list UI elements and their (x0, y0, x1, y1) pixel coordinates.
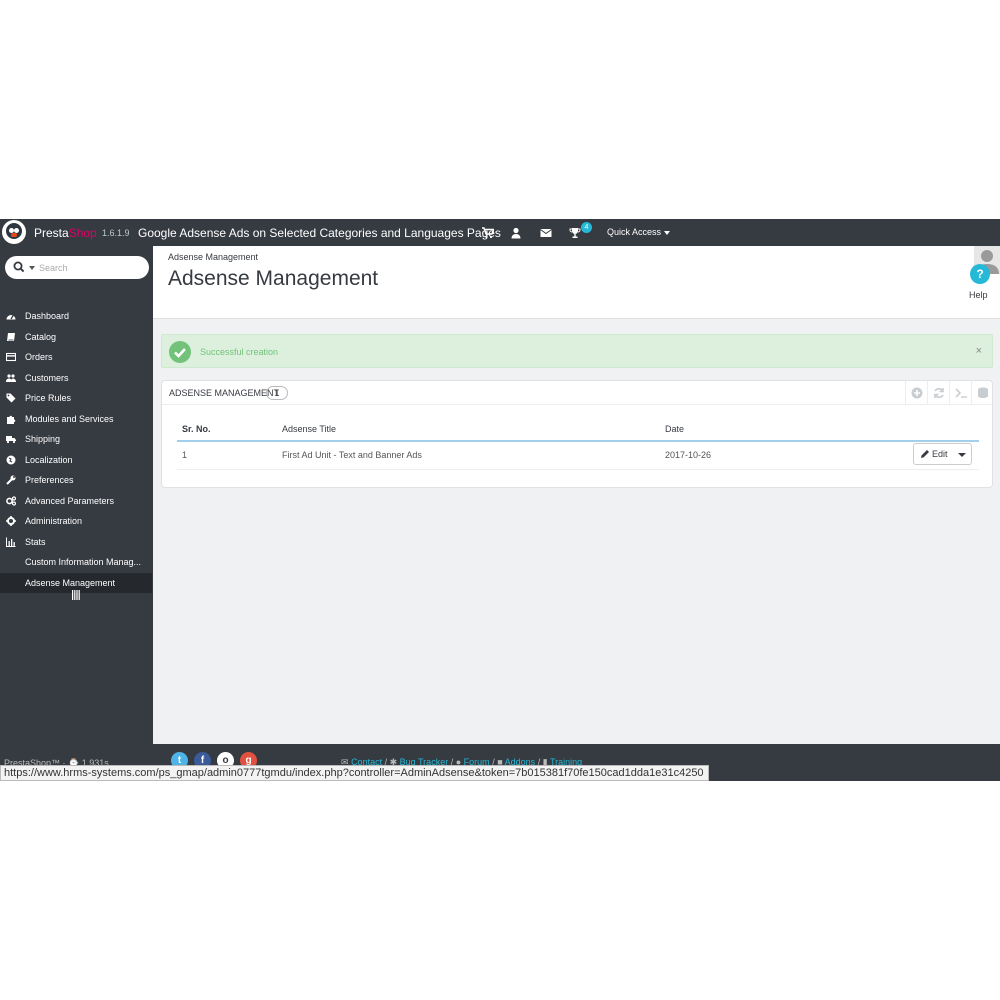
sidebar-item-advanced-parameters[interactable]: Advanced Parameters (0, 491, 153, 511)
sidebar-item-localization[interactable]: Localization (0, 450, 153, 470)
check-circle-icon (169, 341, 191, 363)
prestashop-logo-icon[interactable] (2, 220, 26, 244)
brand-presta: Presta (34, 226, 69, 240)
record-count-badge: 1 (266, 386, 288, 400)
sidebar-item-label: Stats (25, 537, 46, 547)
plus-circle-icon (911, 387, 923, 399)
sidebar-item-label: Catalog (25, 332, 57, 342)
sidebar-item-modules[interactable]: Modules and Services (0, 409, 153, 429)
collapse-sidebar-icon[interactable] (72, 590, 80, 600)
refresh-list-button[interactable] (927, 381, 949, 405)
quick-access-label: Quick Access (607, 227, 662, 237)
version-label: 1.6.1.9 (102, 228, 130, 238)
sidebar-nav: Dashboard Catalog Orders Customers Price… (0, 246, 153, 744)
notification-badge: 4 (581, 222, 592, 233)
database-icon (978, 387, 988, 398)
browser-status-url: https://www.hrms-systems.com/ps_gmap/adm… (0, 765, 709, 781)
bar-chart-icon (6, 537, 16, 547)
column-header-date[interactable]: Date (660, 417, 979, 442)
search-icon[interactable] (13, 261, 25, 273)
add-new-button[interactable] (905, 381, 927, 405)
edit-button-label: Edit (932, 449, 948, 459)
sidebar-item-label: Shipping (25, 434, 61, 444)
cell-sr-no: 1 (177, 441, 277, 470)
truck-icon (6, 436, 16, 444)
puzzle-icon (7, 415, 16, 424)
sidebar-item-price-rules[interactable]: Price Rules (0, 388, 153, 408)
dashboard-icon (6, 314, 16, 320)
cell-adsense-title: First Ad Unit - Text and Banner Ads (277, 441, 660, 470)
sidebar-item-orders[interactable]: Orders (0, 347, 153, 367)
page-header: Adsense Management Adsense Management ? … (153, 246, 1000, 319)
cogs-icon (6, 496, 16, 506)
caret-down-icon[interactable] (958, 453, 966, 457)
help-label[interactable]: Help (969, 290, 988, 300)
pencil-icon (921, 450, 929, 458)
sidebar-item-preferences[interactable]: Preferences (0, 470, 153, 490)
admin-topbar: PrestaShop 1.6.1.9 Google Adsense Ads on… (0, 219, 1000, 246)
sidebar-item-label: Customers (25, 373, 69, 383)
adsense-list-panel: ADSENSE MANAGEMENT 1 Sr. No. Adsense Tit… (161, 380, 993, 488)
alert-message: Successful creation (200, 347, 279, 357)
shop-title-link[interactable]: Google Adsense Ads on Selected Categorie… (138, 226, 501, 240)
search-scope-caret-icon[interactable] (29, 266, 35, 270)
globe-icon (6, 455, 16, 465)
user-icon[interactable] (510, 227, 522, 239)
sidebar-item-catalog[interactable]: Catalog (0, 327, 153, 347)
close-alert-button[interactable]: × (976, 345, 982, 357)
show-sql-query-button[interactable] (949, 381, 971, 405)
adsense-table: Sr. No. Adsense Title Date 1 First Ad Un… (177, 417, 979, 470)
sidebar-item-label: Localization (25, 455, 73, 465)
page-title: Adsense Management (168, 267, 379, 290)
sidebar-item-stats[interactable]: Stats (0, 532, 153, 552)
sidebar-item-custom-information[interactable]: Custom Information Manag... (0, 552, 153, 572)
quick-access-menu[interactable]: Quick Access (607, 227, 670, 237)
sidebar-item-label: Dashboard (25, 311, 70, 321)
sidebar-item-customers[interactable]: Customers (0, 368, 153, 388)
terminal-icon (955, 388, 967, 398)
sidebar-item-administration[interactable]: Administration (0, 511, 153, 531)
table-header-row: Sr. No. Adsense Title Date (177, 417, 979, 442)
column-header-sr-no[interactable]: Sr. No. (177, 417, 277, 442)
book-icon (7, 333, 15, 341)
sidebar-item-label: Orders (25, 352, 53, 362)
credit-card-icon (6, 352, 16, 362)
sidebar-item-label: Modules and Services (25, 414, 114, 424)
table-row[interactable]: 1 First Ad Unit - Text and Banner Ads 20… (177, 441, 979, 470)
sidebar-item-label: Custom Information Manag... (25, 557, 142, 567)
trophy-icon[interactable] (569, 227, 581, 239)
brand-shop: Shop (68, 226, 97, 240)
success-alert: Successful creation × (161, 334, 993, 368)
search-input[interactable] (39, 260, 143, 275)
breadcrumb[interactable]: Adsense Management (168, 252, 258, 262)
cart-icon[interactable] (482, 227, 494, 239)
sidebar-item-label: Advanced Parameters (25, 496, 115, 506)
envelope-icon[interactable] (540, 227, 552, 239)
sidebar-item-shipping[interactable]: Shipping (0, 429, 153, 449)
brand-name[interactable]: PrestaShop (34, 226, 97, 240)
panel-title: ADSENSE MANAGEMENT (169, 388, 280, 398)
sidebar-item-label: Price Rules (25, 393, 72, 403)
tags-icon (6, 393, 16, 403)
users-icon (6, 374, 16, 382)
cog-icon (6, 516, 16, 526)
sidebar-search (5, 256, 149, 279)
sidebar-item-dashboard[interactable]: Dashboard (0, 306, 153, 326)
sidebar-item-label: Administration (25, 516, 83, 526)
sidebar-item-label: Preferences (25, 475, 74, 485)
column-header-adsense-title[interactable]: Adsense Title (277, 417, 660, 442)
export-sql-manager-button[interactable] (971, 381, 993, 405)
caret-down-icon (663, 230, 670, 235)
panel-heading: ADSENSE MANAGEMENT 1 (162, 381, 992, 405)
browser-viewport: PrestaShop 1.6.1.9 Google Adsense Ads on… (0, 219, 1000, 781)
sidebar-item-label: Adsense Management (25, 578, 116, 588)
wrench-icon (6, 475, 16, 485)
refresh-icon (934, 388, 944, 398)
help-button[interactable]: ? (970, 264, 990, 284)
edit-button[interactable]: Edit (913, 443, 972, 465)
